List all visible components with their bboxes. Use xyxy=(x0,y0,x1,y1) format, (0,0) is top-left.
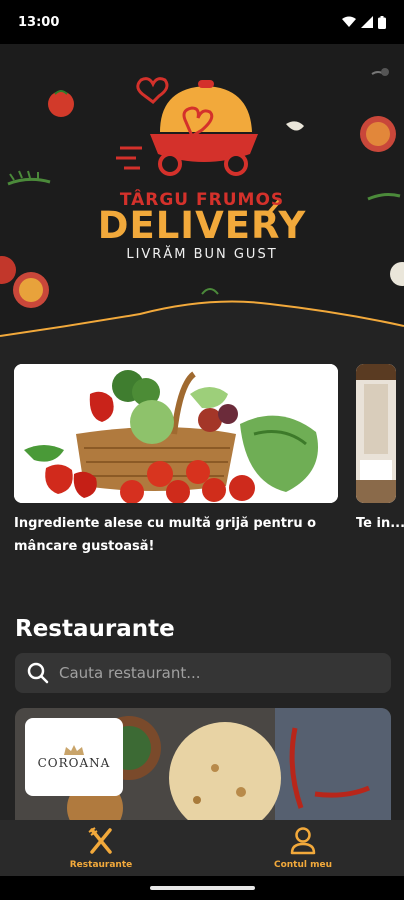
promo-card-caption: Te in... vark... xyxy=(356,516,404,531)
nav-item-restaurants[interactable]: Restaurante xyxy=(0,820,202,876)
promo-carousel[interactable]: Ingrediente alese cu multă grijă pentru … xyxy=(14,364,404,564)
gesture-area xyxy=(0,876,404,900)
restaurant-search-bar[interactable] xyxy=(15,653,391,693)
brand-tagline: LIVRĂM BUN GUST xyxy=(126,247,278,262)
promo-card-image xyxy=(14,364,338,503)
bottom-navigation: Restaurante Contul meu xyxy=(0,820,404,876)
fork-knife-icon xyxy=(88,827,112,854)
nav-label-account: Contul meu xyxy=(273,860,332,870)
user-icon xyxy=(290,827,316,855)
main-content: Ingrediente alese cu multă grijă pentru … xyxy=(0,344,404,820)
search-input[interactable] xyxy=(59,664,359,682)
hero-banner: TÂRGU FRUMOS DELIVERY LIVRĂM BUN GUST xyxy=(0,44,404,344)
restaurant-card[interactable]: COROANA xyxy=(15,708,391,820)
crown-icon xyxy=(64,745,84,755)
promo-card[interactable]: Ingrediente alese cu multă grijă pentru … xyxy=(14,364,338,558)
restaurants-section-title: Restaurante xyxy=(15,616,175,642)
promo-card[interactable]: Te in... vark... xyxy=(356,364,404,535)
status-icons xyxy=(342,15,386,29)
vegetable-basket-image xyxy=(14,364,338,503)
home-gesture-bar[interactable] xyxy=(150,886,255,890)
restaurant-logo: COROANA xyxy=(25,718,123,796)
restaurant-interior-image xyxy=(356,364,396,503)
promo-card-image xyxy=(356,364,396,503)
promo-card-caption: Ingrediente alese cu multă grijă pentru … xyxy=(14,516,317,554)
signal-icon xyxy=(361,16,373,28)
wifi-icon xyxy=(342,16,356,27)
nav-label-restaurants: Restaurante xyxy=(69,860,133,870)
nav-item-account[interactable]: Contul meu xyxy=(202,820,404,876)
search-icon xyxy=(27,662,49,684)
battery-icon xyxy=(378,15,386,29)
restaurant-logo-text: COROANA xyxy=(37,756,111,770)
status-time: 13:00 xyxy=(18,14,60,30)
status-bar: 13:00 xyxy=(0,0,404,44)
brand-main-text: DELIVERY xyxy=(97,204,307,247)
